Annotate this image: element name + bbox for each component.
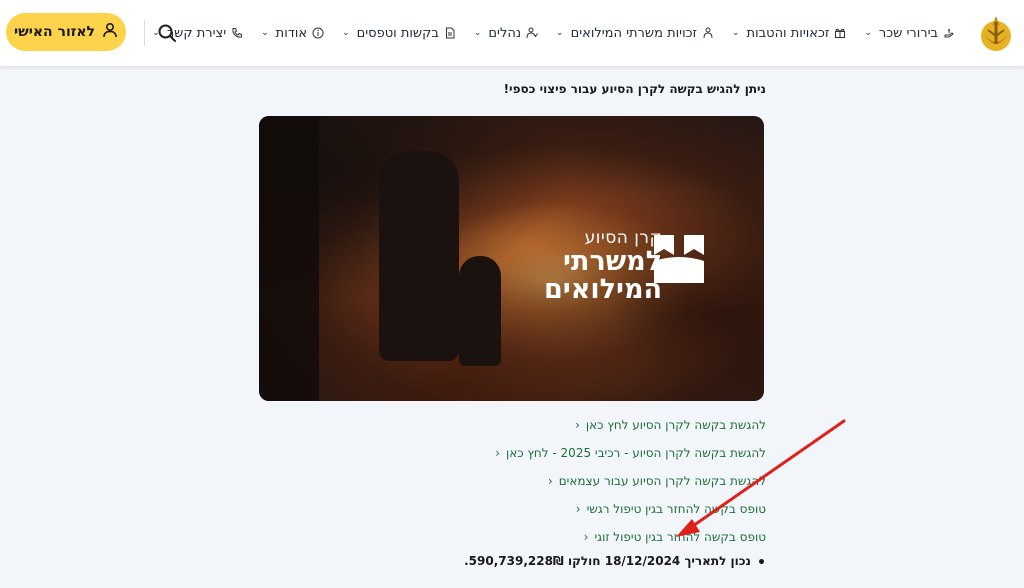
hero-title-line1: קרן הסיוע — [584, 228, 663, 248]
link-fund-request-self-employed[interactable]: להגשת בקשה לקרן הסיוע עבור עצמאים ‹ — [258, 467, 766, 495]
gift-icon — [834, 27, 846, 39]
chevron-left-icon: ‹ — [547, 474, 553, 488]
nav-item-benefits[interactable]: זכאויות והטבות ⌄ — [723, 26, 855, 41]
link-emotional-therapy-form[interactable]: טופס בקשה להחזר בגין טיפול רגשי ‹ — [258, 495, 766, 523]
person-procedures-icon — [526, 27, 538, 39]
money-hand-icon — [943, 27, 955, 39]
chevron-left-icon: ‹ — [575, 502, 581, 516]
site-header: בירורי שכר ⌄ זכאויות והטבות ⌄ זכויות משר… — [0, 0, 1024, 66]
personal-area-label: לאזור האישי — [13, 24, 96, 40]
header-divider — [144, 20, 145, 46]
nav-item-about[interactable]: אודות ⌄ — [252, 26, 333, 41]
link-text: טופס בקשה להחזר בגין טיפול זוגי — [594, 530, 766, 544]
search-icon[interactable] — [156, 22, 178, 44]
fund-logo-icon — [650, 231, 708, 287]
hero-title-line2: למשרתי — [563, 246, 663, 277]
chevron-left-icon: ‹ — [583, 530, 589, 544]
nav-label: זכאויות והטבות — [746, 25, 830, 41]
link-text: להגשת בקשה לקרן הסיוע - רכיבי 2025 - לחץ… — [506, 446, 766, 460]
phone-icon — [231, 27, 243, 39]
nav-item-procedures[interactable]: נהלים ⌄ — [465, 26, 547, 41]
chevron-left-icon: ‹ — [495, 446, 500, 460]
nav-label: בקשות וטפסים — [356, 25, 439, 41]
links-list: להגשת בקשה לקרן הסיוע לחץ כאן ‹ להגשת בק… — [258, 411, 766, 551]
idf-logo[interactable] — [974, 10, 1018, 54]
info-icon — [312, 27, 324, 39]
link-text: להגשת בקשה לקרן הסיוע לחץ כאן — [585, 418, 766, 432]
document-icon — [444, 27, 456, 39]
personal-area-button[interactable]: לאזור האישי — [6, 13, 126, 51]
chevron-down-icon: ⌄ — [556, 28, 564, 38]
tree-trunk — [259, 116, 319, 401]
nav-label: זכויות משרתי המילואים — [570, 25, 697, 41]
distribution-bullet: נכון לתאריך 18/12/2024 חולקו 590,739,228… — [258, 554, 764, 568]
link-fund-request[interactable]: להגשת בקשה לקרן הסיוע לחץ כאן ‹ — [258, 411, 766, 439]
nav-label: נהלים — [488, 25, 522, 41]
hero-title: קרן הסיוע למשרתי המילואים — [544, 228, 662, 304]
hero-title-line3: המילואים — [544, 274, 663, 305]
link-fund-request-2025[interactable]: להגשת בקשה לקרן הסיוע - רכיבי 2025 - לחץ… — [258, 439, 766, 467]
nav-label: בירורי שכר — [878, 25, 938, 41]
chevron-down-icon: ⌄ — [261, 28, 269, 38]
link-text: טופס בקשה להחזר בגין טיפול רגשי — [586, 502, 766, 516]
chevron-down-icon: ⌄ — [473, 28, 482, 38]
chevron-down-icon: ⌄ — [342, 28, 350, 38]
link-text: להגשת בקשה לקרן הסיוע עבור עצמאים — [558, 474, 766, 488]
user-icon — [102, 22, 118, 42]
chevron-down-icon: ⌄ — [864, 28, 872, 38]
nav-item-salary[interactable]: בירורי שכר ⌄ — [855, 26, 964, 41]
link-couples-therapy-form[interactable]: טופס בקשה להחזר בגין טיפול זוגי ‹ — [258, 523, 766, 551]
main-content: ניתן להגיש בקשה לקרן הסיוע עבור פיצוי כס… — [258, 66, 766, 568]
nav-item-forms[interactable]: בקשות וטפסים ⌄ — [333, 26, 465, 41]
distribution-text: נכון לתאריך 18/12/2024 חולקו 590,739,228… — [464, 554, 751, 568]
child-silhouette — [459, 256, 501, 366]
hero-banner-image: קרן הסיוע למשרתי המילואים — [259, 116, 764, 401]
adult-silhouette — [379, 151, 459, 361]
chevron-left-icon: ‹ — [575, 418, 580, 432]
chevron-down-icon: ⌄ — [731, 28, 740, 38]
main-nav: בירורי שכר ⌄ זכאויות והטבות ⌄ זכויות משר… — [143, 0, 964, 66]
bullet-dot — [759, 558, 764, 564]
nav-item-reservist-rights[interactable]: זכויות משרתי המילואים ⌄ — [547, 26, 723, 41]
intro-text: ניתן להגיש בקשה לקרן הסיוע עבור פיצוי כס… — [503, 82, 766, 96]
nav-label: אודות — [275, 25, 308, 41]
soldiers-icon — [702, 27, 714, 39]
